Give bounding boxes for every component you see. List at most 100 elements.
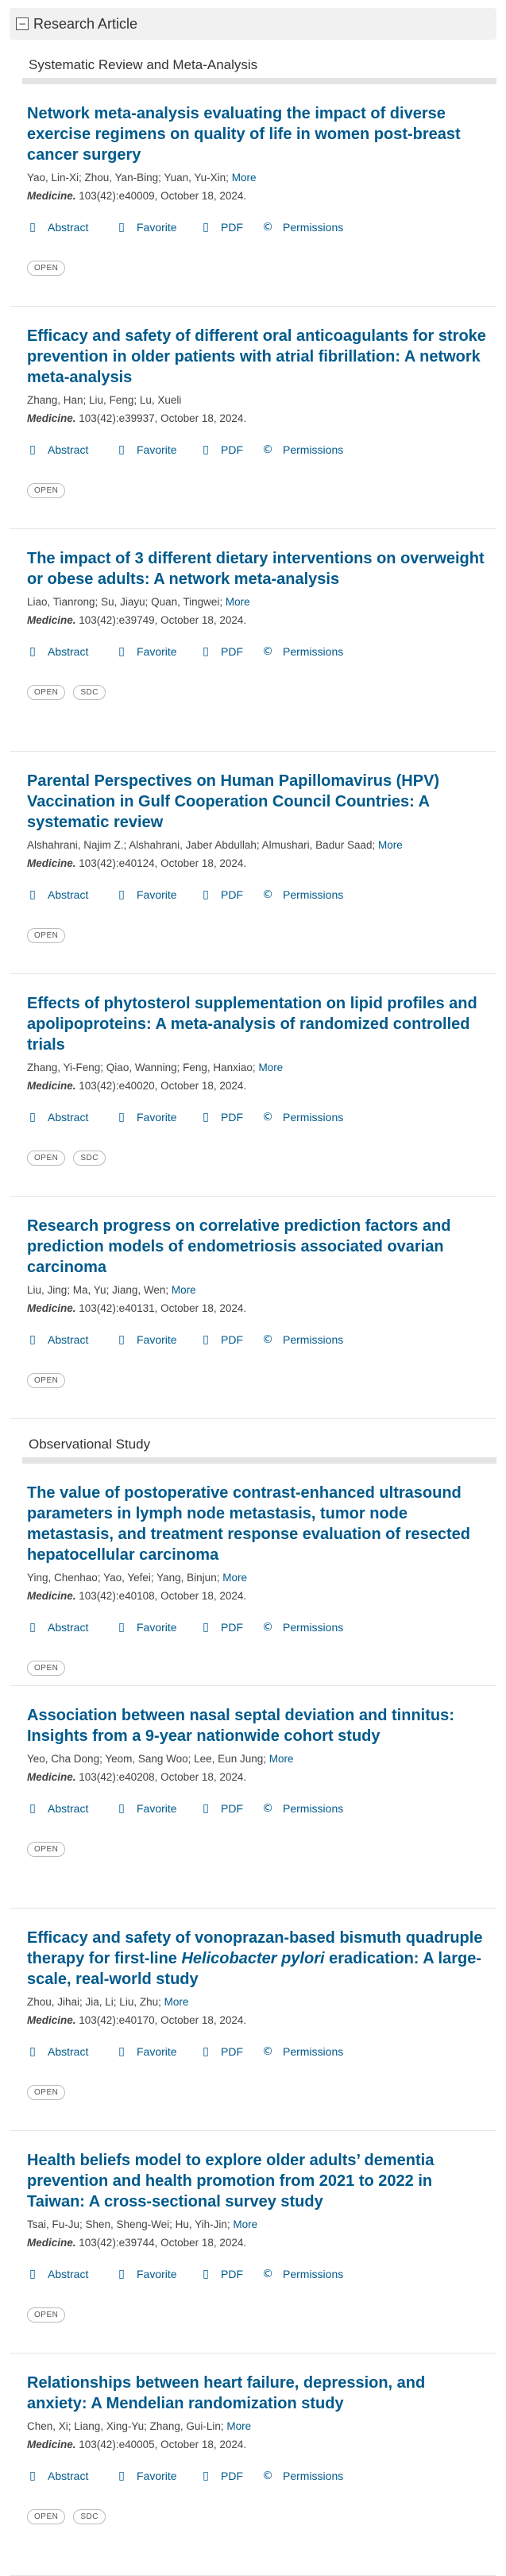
abstract-label[interactable]: Abstract xyxy=(48,443,88,456)
pdf-link[interactable]: ▯ PDF xyxy=(200,221,262,234)
pdf-label[interactable]: PDF xyxy=(221,645,243,658)
abstract-label[interactable]: Abstract xyxy=(48,1333,88,1346)
permissions-link[interactable]: © Permissions xyxy=(262,645,373,658)
permissions-link[interactable]: © Permissions xyxy=(262,2470,373,2482)
pdf-label[interactable]: PDF xyxy=(221,1111,243,1124)
favorite-link[interactable]: ▯ Favorite xyxy=(116,1111,200,1124)
abstract-link[interactable]: ▯ Abstract xyxy=(27,1621,116,1634)
pdf-label[interactable]: PDF xyxy=(221,2470,243,2482)
permissions-link[interactable]: © Permissions xyxy=(262,443,373,456)
favorite-label[interactable]: Favorite xyxy=(137,645,177,658)
abstract-label[interactable]: Abstract xyxy=(48,2045,88,2058)
article-title-link[interactable]: Research progress on correlative predict… xyxy=(27,1197,487,1278)
abstract-link[interactable]: ▯ Abstract xyxy=(27,2470,116,2482)
pdf-link[interactable]: ▯ PDF xyxy=(200,1333,262,1346)
permissions-link[interactable]: © Permissions xyxy=(262,1621,373,1634)
permissions-link[interactable]: © Permissions xyxy=(262,221,373,234)
more-authors-link[interactable]: More xyxy=(226,596,250,608)
favorite-label[interactable]: Favorite xyxy=(137,443,177,456)
permissions-label[interactable]: Permissions xyxy=(283,1111,343,1124)
article-title-link[interactable]: Health beliefs model to explore older ad… xyxy=(27,2131,487,2212)
favorite-link[interactable]: ▯ Favorite xyxy=(116,1333,200,1346)
more-authors-link[interactable]: More xyxy=(226,2420,251,2432)
permissions-link[interactable]: © Permissions xyxy=(262,1333,373,1346)
permissions-link[interactable]: © Permissions xyxy=(262,1802,373,1815)
more-authors-link[interactable]: More xyxy=(269,1753,294,1765)
pdf-link[interactable]: ▯ PDF xyxy=(200,1111,262,1124)
more-authors-link[interactable]: More xyxy=(222,1572,247,1584)
permissions-link[interactable]: © Permissions xyxy=(262,888,373,901)
permissions-label[interactable]: Permissions xyxy=(283,2045,343,2058)
more-authors-link[interactable]: More xyxy=(378,839,403,851)
abstract-link[interactable]: ▯ Abstract xyxy=(27,1111,116,1124)
abstract-link[interactable]: ▯ Abstract xyxy=(27,1802,116,1815)
pdf-link[interactable]: ▯ PDF xyxy=(200,2045,262,2058)
abstract-label[interactable]: Abstract xyxy=(48,1111,88,1124)
more-authors-link[interactable]: More xyxy=(233,2218,257,2230)
more-authors-link[interactable]: More xyxy=(164,1996,189,2008)
favorite-label[interactable]: Favorite xyxy=(137,2268,177,2280)
abstract-link[interactable]: ▯ Abstract xyxy=(27,1333,116,1346)
abstract-link[interactable]: ▯ Abstract xyxy=(27,2268,116,2280)
abstract-link[interactable]: ▯ Abstract xyxy=(27,221,116,234)
article-title-link[interactable]: The value of postoperative contrast-enha… xyxy=(27,1464,487,1565)
permissions-link[interactable]: © Permissions xyxy=(262,2045,373,2058)
pdf-label[interactable]: PDF xyxy=(221,1333,243,1346)
permissions-label[interactable]: Permissions xyxy=(283,2268,343,2280)
more-authors-link[interactable]: More xyxy=(232,172,257,184)
pdf-label[interactable]: PDF xyxy=(221,2045,243,2058)
favorite-label[interactable]: Favorite xyxy=(137,2045,177,2058)
article-title-link[interactable]: Effects of phytosterol supplementation o… xyxy=(27,974,487,1055)
abstract-label[interactable]: Abstract xyxy=(48,1802,88,1815)
pdf-link[interactable]: ▯ PDF xyxy=(200,1802,262,1815)
research-article-header[interactable]: − Research Article xyxy=(10,8,496,40)
article-title-link[interactable]: Network meta-analysis evaluating the imp… xyxy=(27,84,487,165)
article-title-link[interactable]: Efficacy and safety of different oral an… xyxy=(27,307,487,388)
favorite-link[interactable]: ▯ Favorite xyxy=(116,1802,200,1815)
pdf-label[interactable]: PDF xyxy=(221,221,243,234)
pdf-label[interactable]: PDF xyxy=(221,443,243,456)
more-authors-link[interactable]: More xyxy=(258,1062,283,1073)
article-title-link[interactable]: Efficacy and safety of vonoprazan-based … xyxy=(27,1909,487,1990)
abstract-label[interactable]: Abstract xyxy=(48,2470,88,2482)
abstract-link[interactable]: ▯ Abstract xyxy=(27,2045,116,2058)
favorite-link[interactable]: ▯ Favorite xyxy=(116,221,200,234)
article-title-link[interactable]: Association between nasal septal deviati… xyxy=(27,1686,487,1746)
abstract-label[interactable]: Abstract xyxy=(48,2268,88,2280)
favorite-link[interactable]: ▯ Favorite xyxy=(116,645,200,658)
permissions-label[interactable]: Permissions xyxy=(283,888,343,901)
permissions-link[interactable]: © Permissions xyxy=(262,2268,373,2280)
abstract-label[interactable]: Abstract xyxy=(48,221,88,234)
favorite-link[interactable]: ▯ Favorite xyxy=(116,443,200,456)
permissions-label[interactable]: Permissions xyxy=(283,1333,343,1346)
favorite-link[interactable]: ▯ Favorite xyxy=(116,1621,200,1634)
permissions-label[interactable]: Permissions xyxy=(283,645,343,658)
pdf-link[interactable]: ▯ PDF xyxy=(200,443,262,456)
permissions-label[interactable]: Permissions xyxy=(283,1621,343,1634)
pdf-link[interactable]: ▯ PDF xyxy=(200,2268,262,2280)
pdf-label[interactable]: PDF xyxy=(221,2268,243,2280)
favorite-label[interactable]: Favorite xyxy=(137,1333,177,1346)
pdf-link[interactable]: ▯ PDF xyxy=(200,2470,262,2482)
favorite-label[interactable]: Favorite xyxy=(137,888,177,901)
abstract-label[interactable]: Abstract xyxy=(48,645,88,658)
article-title-link[interactable]: The impact of 3 different dietary interv… xyxy=(27,529,487,590)
pdf-link[interactable]: ▯ PDF xyxy=(200,645,262,658)
pdf-label[interactable]: PDF xyxy=(221,1802,243,1815)
favorite-link[interactable]: ▯ Favorite xyxy=(116,888,200,901)
abstract-link[interactable]: ▯ Abstract xyxy=(27,645,116,658)
abstract-link[interactable]: ▯ Abstract xyxy=(27,888,116,901)
article-title-italic[interactable]: Helicobacter pylori xyxy=(181,1950,324,1967)
permissions-label[interactable]: Permissions xyxy=(283,2470,343,2482)
permissions-label[interactable]: Permissions xyxy=(283,221,343,234)
pdf-link[interactable]: ▯ PDF xyxy=(200,888,262,901)
favorite-label[interactable]: Favorite xyxy=(137,2470,177,2482)
abstract-label[interactable]: Abstract xyxy=(48,888,88,901)
abstract-link[interactable]: ▯ Abstract xyxy=(27,443,116,456)
permissions-label[interactable]: Permissions xyxy=(283,443,343,456)
favorite-link[interactable]: ▯ Favorite xyxy=(116,2470,200,2482)
collapse-icon[interactable]: − xyxy=(16,17,29,30)
abstract-label[interactable]: Abstract xyxy=(48,1621,88,1634)
favorite-link[interactable]: ▯ Favorite xyxy=(116,2045,200,2058)
pdf-label[interactable]: PDF xyxy=(221,1621,243,1634)
